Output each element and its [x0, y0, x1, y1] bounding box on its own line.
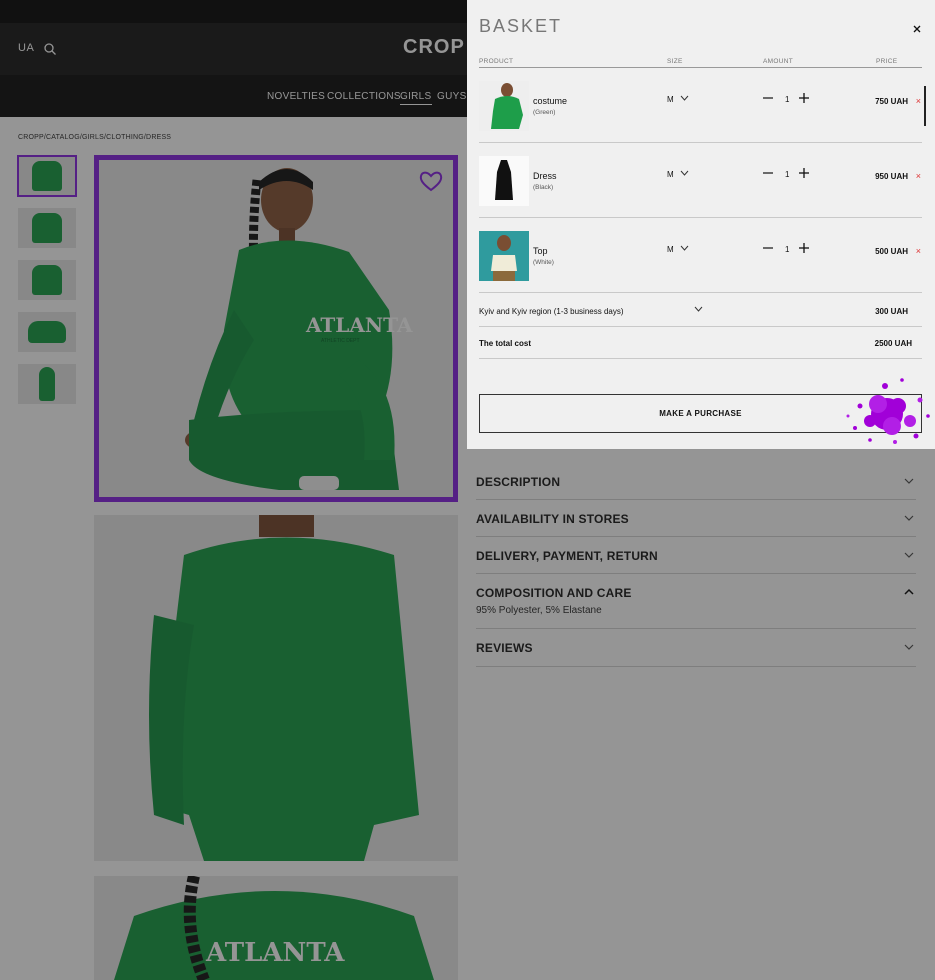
item-size[interactable]: M [667, 95, 674, 104]
item-thumbnail[interactable] [479, 156, 529, 206]
total-value: 2500 UAH [874, 339, 912, 348]
header-amount: AMOUNT [763, 58, 793, 65]
plus-icon[interactable] [798, 242, 810, 254]
basket-item: Top (White) M 1 500 UAH × [479, 219, 922, 293]
item-color: (Green) [533, 109, 556, 116]
item-thumbnail[interactable] [479, 231, 529, 281]
minus-icon[interactable] [762, 167, 774, 179]
basket-item: costume (Green) M 1 750 UAH × [479, 69, 922, 143]
item-quantity: 1 [785, 95, 790, 104]
item-color: (White) [533, 259, 554, 266]
item-photo [479, 231, 529, 281]
item-price: 750 UAH [875, 97, 908, 106]
header-price: PRICE [876, 58, 898, 65]
item-thumbnail[interactable] [479, 81, 529, 131]
chevron-down-icon[interactable] [694, 306, 703, 313]
remove-item-button[interactable]: × [916, 246, 921, 256]
item-name[interactable]: Top [533, 246, 548, 256]
item-quantity: 1 [785, 170, 790, 179]
item-quantity: 1 [785, 245, 790, 254]
header-size: SIZE [667, 58, 683, 65]
item-price: 950 UAH [875, 172, 908, 181]
basket-title: BASKET [479, 16, 563, 36]
item-name[interactable]: Dress [533, 171, 557, 181]
item-photo [479, 156, 529, 206]
total-label: The total cost [479, 339, 532, 348]
minus-icon[interactable] [762, 242, 774, 254]
total-row: The total cost 2500 UAH [479, 327, 922, 359]
scrollbar-thumb[interactable] [924, 86, 926, 126]
plus-icon[interactable] [798, 167, 810, 179]
minus-icon[interactable] [762, 92, 774, 104]
item-size[interactable]: M [667, 245, 674, 254]
delivery-row: Kyiv and Kyiv region (1-3 business days)… [479, 293, 922, 327]
basket-item: Dress (Black) M 1 950 UAH × [479, 144, 922, 218]
item-size[interactable]: M [667, 170, 674, 179]
chevron-down-icon[interactable] [680, 95, 689, 102]
chevron-down-icon[interactable] [680, 245, 689, 252]
delivery-price: 300 UAH [875, 307, 908, 316]
item-price: 500 UAH [875, 247, 908, 256]
remove-item-button[interactable]: × [916, 171, 921, 181]
remove-item-button[interactable]: × [916, 96, 921, 106]
delivery-option[interactable]: Kyiv and Kyiv region (1-3 business days) [479, 307, 624, 316]
chevron-down-icon[interactable] [680, 170, 689, 177]
item-photo [479, 81, 529, 131]
close-icon[interactable] [912, 24, 922, 34]
item-name[interactable]: costume [533, 96, 567, 106]
item-color: (Black) [533, 184, 554, 191]
click-marker [846, 378, 930, 444]
plus-icon[interactable] [798, 92, 810, 104]
header-product: PRODUCT [479, 58, 514, 65]
header-divider [479, 67, 922, 68]
